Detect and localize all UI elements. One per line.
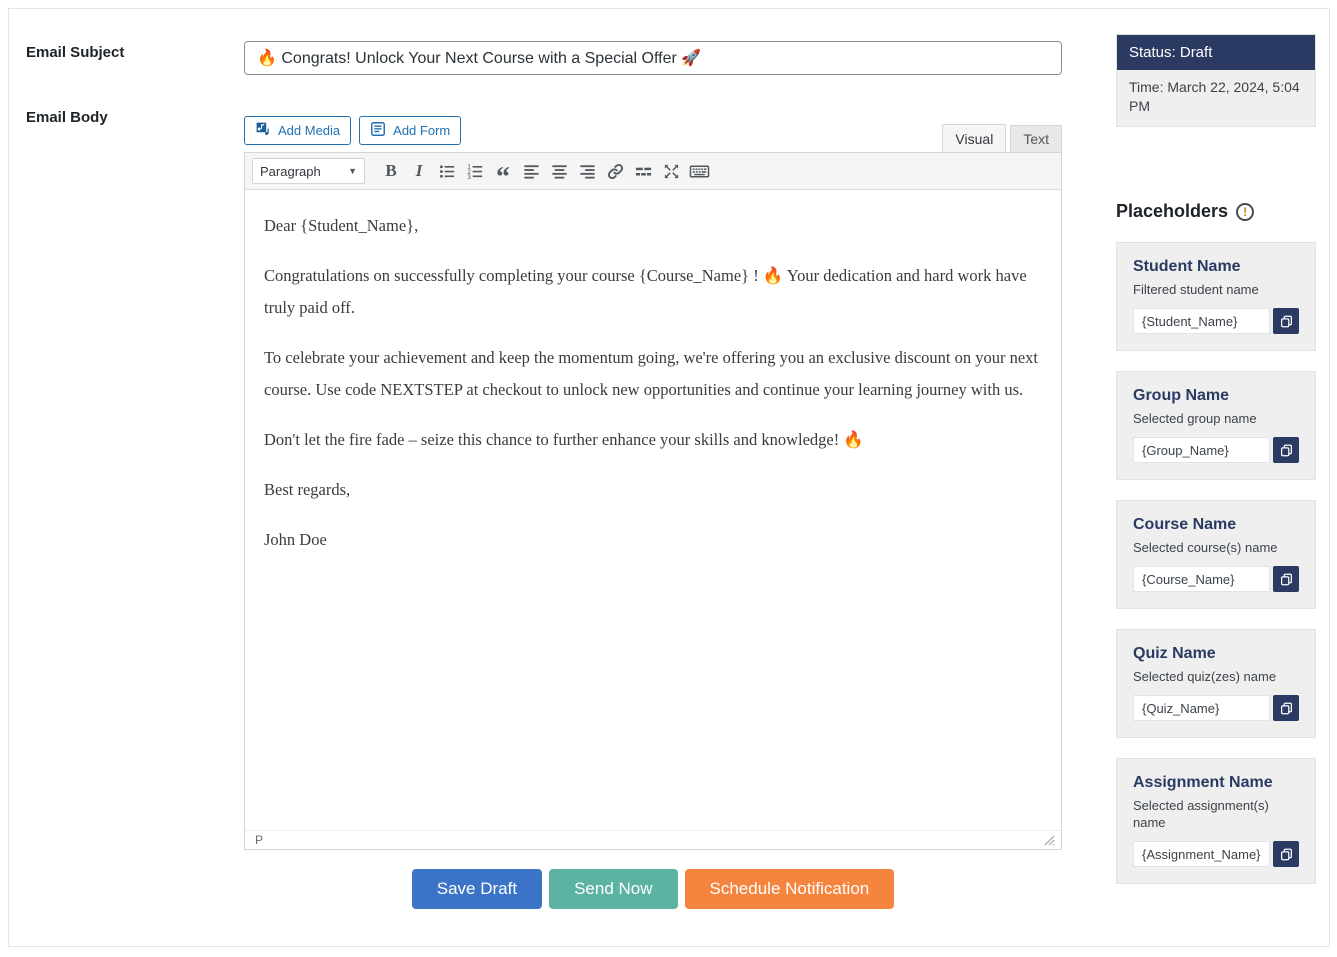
align-center-icon[interactable] [545, 158, 573, 184]
email-body-editor: Add Media Add Form Visual Text [244, 108, 1062, 850]
copy-icon [1280, 315, 1293, 328]
schedule-notification-button[interactable]: Schedule Notification [685, 869, 895, 909]
paragraph-format-dropdown[interactable]: Paragraph ▼ [252, 158, 365, 184]
placeholder-description: Selected quiz(zes) name [1133, 668, 1299, 685]
email-subject-label: Email Subject [26, 44, 124, 61]
copy-icon [1280, 444, 1293, 457]
form-icon [370, 121, 386, 140]
placeholder-description: Filtered student name [1133, 281, 1299, 298]
placeholder-title: Group Name [1133, 387, 1299, 405]
italic-button[interactable]: I [405, 158, 433, 184]
body-paragraph: Don't let the fire fade – seize this cha… [264, 424, 1042, 456]
placeholder-token-input[interactable] [1133, 695, 1270, 721]
send-now-button[interactable]: Send Now [549, 869, 677, 909]
paragraph-format-value: Paragraph [260, 164, 321, 179]
copy-icon [1280, 573, 1293, 586]
status-panel: Status: Draft Time: March 22, 2024, 5:04… [1116, 34, 1316, 127]
copy-button[interactable] [1273, 566, 1299, 592]
action-buttons: Save Draft Send Now Schedule Notificatio… [244, 869, 1062, 909]
body-paragraph: Congratulations on successfully completi… [264, 260, 1042, 324]
placeholder-title: Quiz Name [1133, 645, 1299, 663]
info-icon[interactable]: ! [1236, 203, 1254, 221]
fullscreen-icon[interactable] [657, 158, 685, 184]
align-right-icon[interactable] [573, 158, 601, 184]
align-left-icon[interactable] [517, 158, 545, 184]
body-paragraph: Dear {Student_Name}, [264, 210, 1042, 242]
chevron-down-icon: ▼ [348, 166, 357, 176]
editor-status-bar: P [245, 830, 1061, 849]
bold-button[interactable]: B [377, 158, 405, 184]
placeholder-description: Selected course(s) name [1133, 539, 1299, 556]
notification-editor-panel: Email Subject Email Body Add Media [8, 8, 1330, 947]
body-paragraph: To celebrate your achievement and keep t… [264, 342, 1042, 406]
placeholder-card-group-name: Group Name Selected group name [1116, 371, 1316, 480]
placeholders-heading: Placeholders ! [1116, 201, 1316, 222]
placeholder-token-input[interactable] [1133, 566, 1270, 592]
blockquote-icon[interactable]: “ [489, 158, 517, 184]
placeholder-title: Student Name [1133, 258, 1299, 276]
placeholder-card-assignment-name: Assignment Name Selected assignment(s) n… [1116, 758, 1316, 884]
element-path-indicator: P [255, 833, 263, 847]
tab-text[interactable]: Text [1010, 125, 1062, 152]
copy-button[interactable] [1273, 841, 1299, 867]
tab-visual[interactable]: Visual [942, 124, 1006, 152]
placeholder-description: Selected assignment(s) name [1133, 797, 1299, 831]
email-body-label: Email Body [26, 109, 108, 126]
placeholder-card-quiz-name: Quiz Name Selected quiz(zes) name [1116, 629, 1316, 738]
copy-icon [1280, 702, 1293, 715]
sidebar: Status: Draft Time: March 22, 2024, 5:04… [1116, 34, 1316, 884]
copy-button[interactable] [1273, 695, 1299, 721]
placeholder-title: Assignment Name [1133, 774, 1299, 792]
placeholder-card-student-name: Student Name Filtered student name [1116, 242, 1316, 351]
add-form-button[interactable]: Add Form [359, 116, 461, 145]
editor-mode-tabs: Visual Text [942, 124, 1062, 152]
save-draft-button[interactable]: Save Draft [412, 869, 542, 909]
placeholders-heading-label: Placeholders [1116, 201, 1228, 222]
body-paragraph: Best regards, [264, 474, 1042, 506]
svg-text:3: 3 [467, 174, 471, 181]
bullet-list-icon[interactable] [433, 158, 461, 184]
placeholder-token-input[interactable] [1133, 841, 1270, 867]
status-time: Time: March 22, 2024, 5:04 PM [1117, 70, 1315, 126]
media-icon [255, 121, 271, 140]
placeholder-title: Course Name [1133, 516, 1299, 534]
body-paragraph: John Doe [264, 524, 1042, 556]
placeholder-token-input[interactable] [1133, 308, 1270, 334]
link-icon[interactable] [601, 158, 629, 184]
read-more-icon[interactable] [629, 158, 657, 184]
copy-button[interactable] [1273, 437, 1299, 463]
status-badge: Status: Draft [1117, 35, 1315, 70]
email-body-content[interactable]: Dear {Student_Name}, Congratulations on … [245, 190, 1061, 830]
email-subject-input[interactable] [244, 41, 1062, 75]
resize-grip-icon[interactable] [1044, 835, 1055, 846]
placeholder-token-input[interactable] [1133, 437, 1270, 463]
keyboard-shortcuts-icon[interactable] [685, 158, 713, 184]
add-media-label: Add Media [278, 123, 340, 138]
editor-toolbar: Paragraph ▼ B I 1 2 3 [245, 153, 1061, 190]
add-media-button[interactable]: Add Media [244, 116, 351, 145]
numbered-list-icon[interactable]: 1 2 3 [461, 158, 489, 184]
add-form-label: Add Form [393, 123, 450, 138]
placeholder-description: Selected group name [1133, 410, 1299, 427]
copy-icon [1280, 848, 1293, 861]
copy-button[interactable] [1273, 308, 1299, 334]
placeholder-card-course-name: Course Name Selected course(s) name [1116, 500, 1316, 609]
